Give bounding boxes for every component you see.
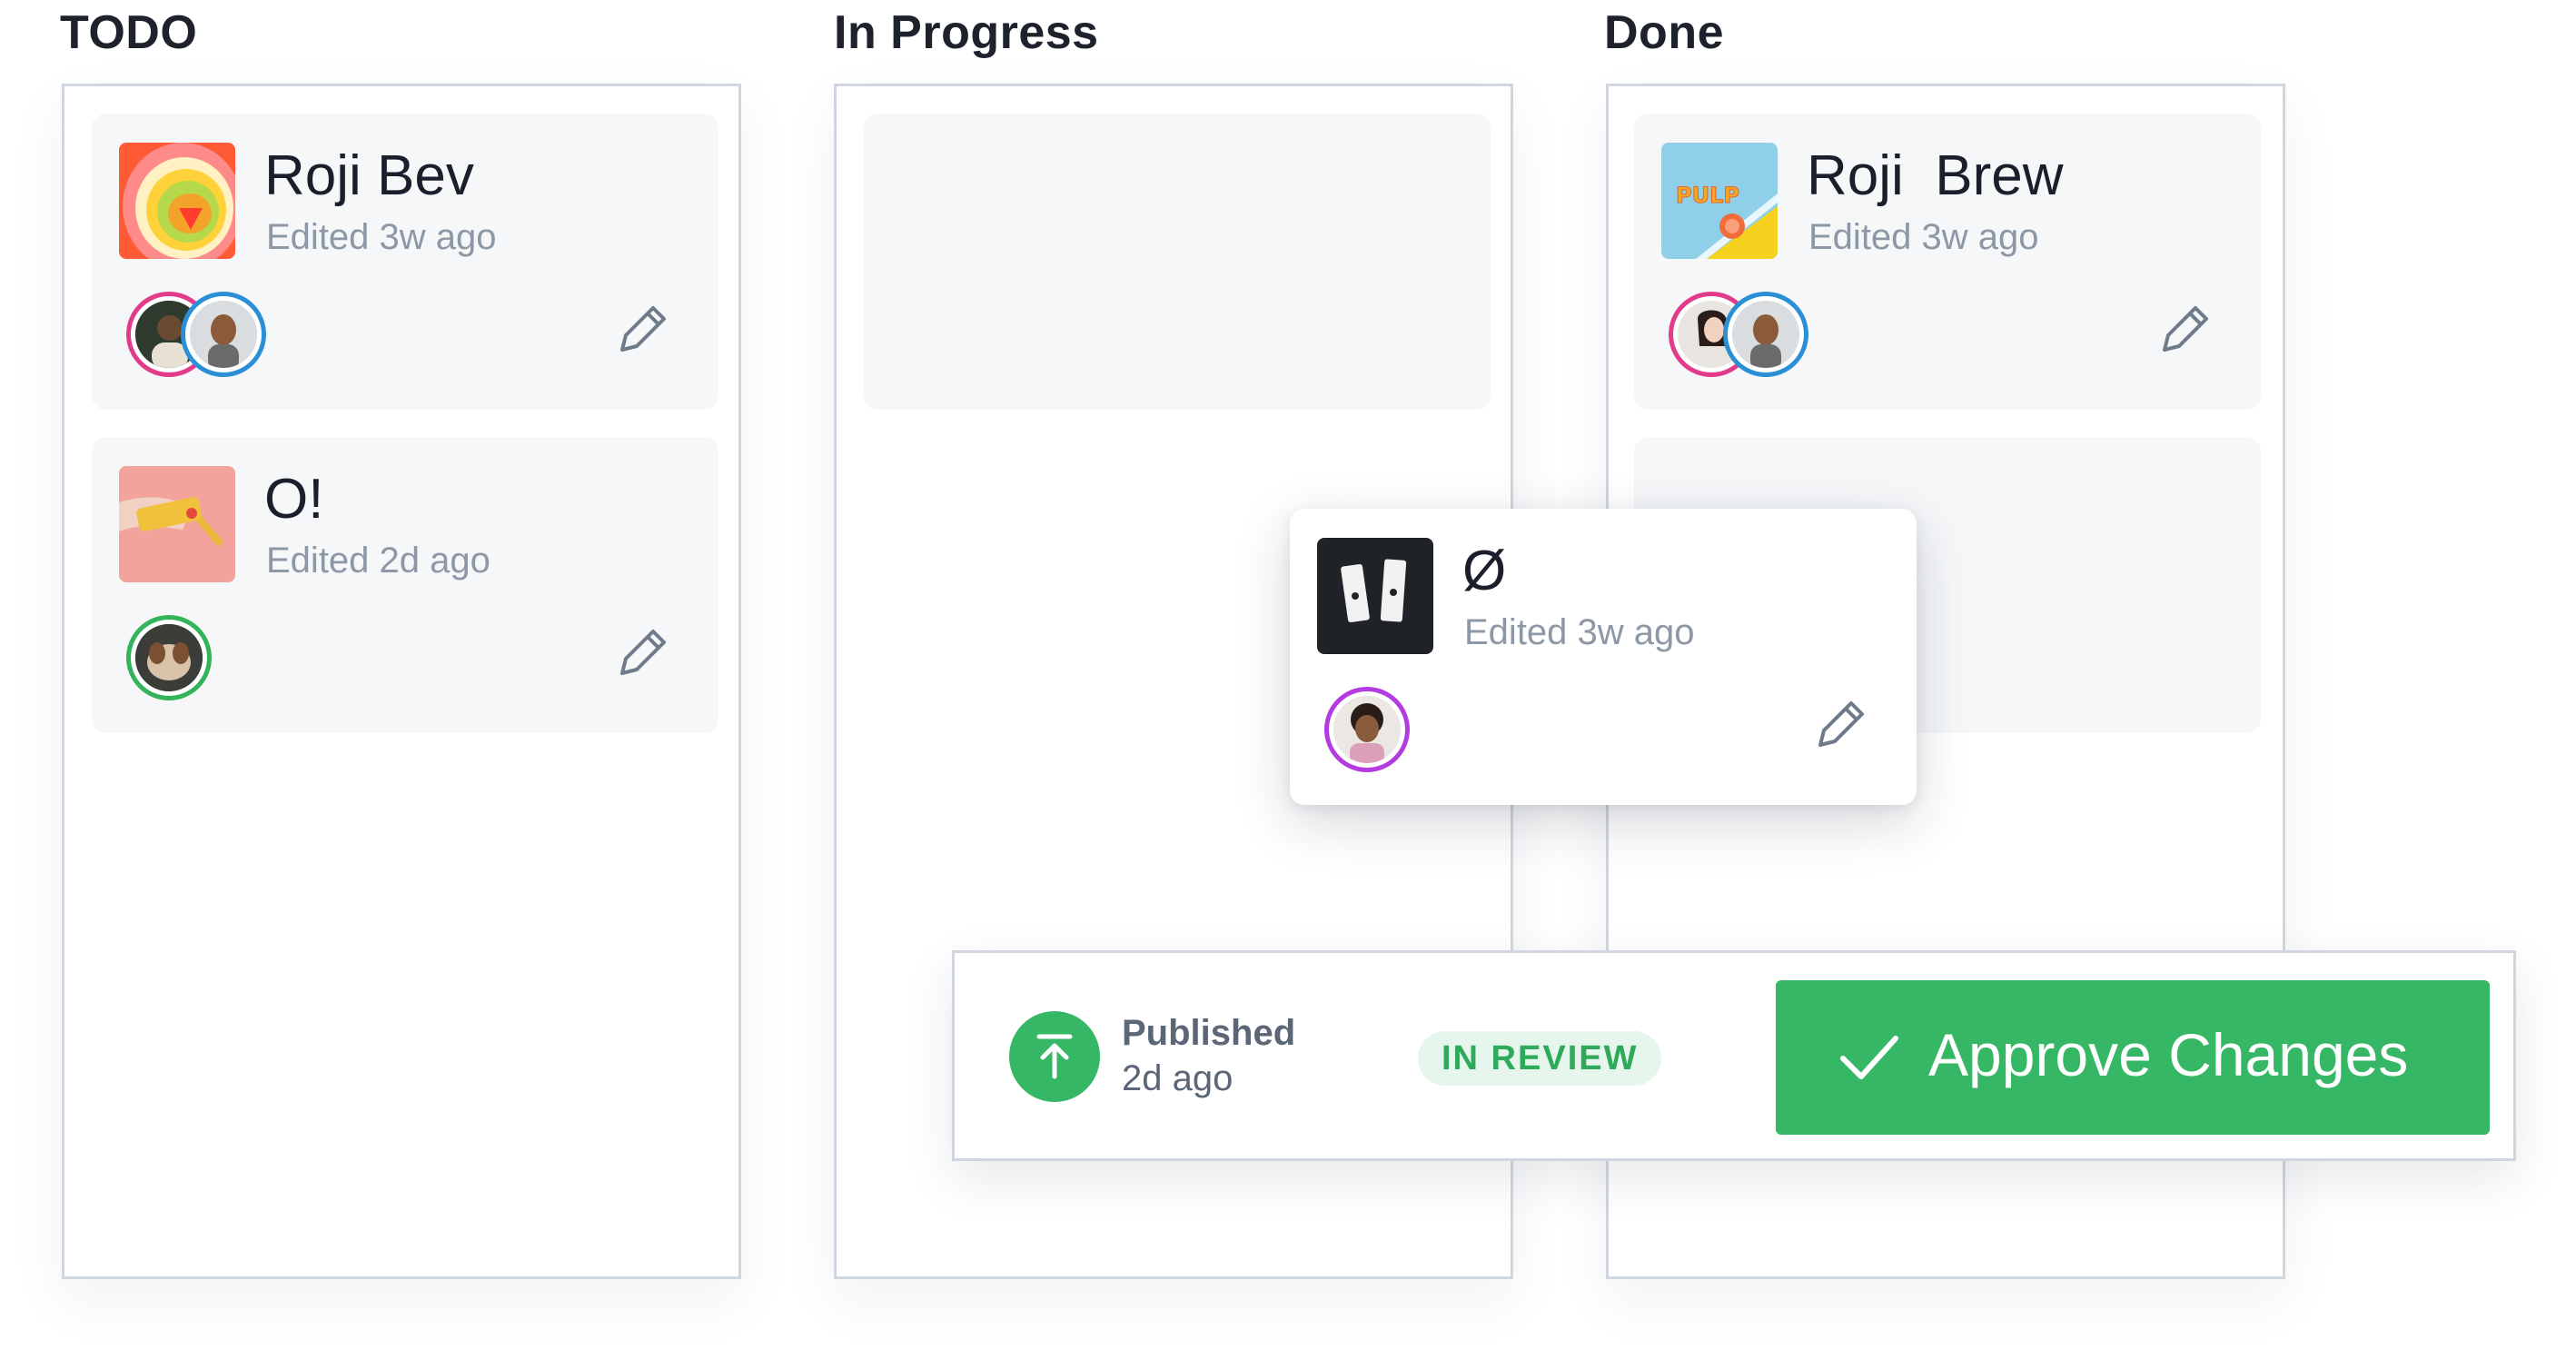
card-title: Roji Bev	[264, 144, 474, 207]
edit-pencil-icon[interactable]	[2154, 295, 2219, 361]
card-edited-time: Edited 3w ago	[1464, 612, 1695, 652]
avatar[interactable]	[181, 292, 266, 377]
card-edited-time: Edited 2d ago	[266, 541, 490, 581]
card-title: O!	[264, 468, 324, 531]
upload-arrow-icon	[1009, 1011, 1100, 1102]
card-thumbnail: PULP	[1661, 143, 1778, 259]
edit-pencil-icon[interactable]	[611, 295, 677, 361]
published-label: Published	[1122, 1013, 1296, 1053]
card-thumbnail	[1317, 538, 1433, 654]
card-thumbnail	[119, 466, 235, 582]
published-time: 2d ago	[1122, 1058, 1234, 1098]
column-title-done: Done	[1604, 6, 1724, 59]
status-badge: IN REVIEW	[1418, 1031, 1662, 1086]
approve-changes-button[interactable]: Approve Changes	[1776, 980, 2490, 1135]
avatar[interactable]	[126, 615, 212, 700]
card-o[interactable]: O! Edited 2d ago	[92, 437, 718, 733]
card-edited-time: Edited 3w ago	[1808, 217, 2039, 257]
edit-pencil-icon[interactable]	[1809, 690, 1875, 756]
column-title-todo: TODO	[60, 6, 198, 59]
card-title: Ø	[1462, 540, 1507, 602]
avatar[interactable]	[1324, 687, 1410, 772]
thumbnail-text: PULP	[1676, 183, 1739, 208]
card-thumbnail	[119, 143, 235, 259]
column-todo: Roji Bev Edited 3w ago O! Edited 2d ago	[62, 84, 741, 1279]
card-title: Roji Brew	[1807, 144, 2064, 207]
review-bar: Published 2d ago IN REVIEW Approve Chang…	[952, 950, 2516, 1161]
checkmark-icon	[1840, 1036, 1898, 1079]
approve-changes-label: Approve Changes	[1928, 1021, 2409, 1088]
card-edited-time: Edited 3w ago	[266, 217, 497, 257]
drop-placeholder	[864, 114, 1491, 410]
card-roji-brew[interactable]: PULP Roji Brew Edited 3w ago	[1634, 114, 2261, 410]
avatar[interactable]	[1723, 292, 1808, 377]
edit-pencil-icon[interactable]	[611, 619, 677, 684]
column-title-in-progress: In Progress	[834, 6, 1099, 59]
card-roji-bev[interactable]: Roji Bev Edited 3w ago	[92, 114, 718, 410]
dragging-card[interactable]: Ø Edited 3w ago	[1290, 509, 1917, 805]
